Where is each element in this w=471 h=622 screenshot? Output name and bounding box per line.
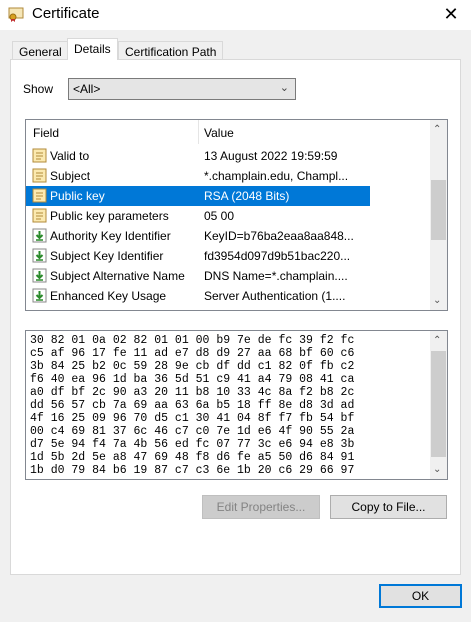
certificate-field-icon: [32, 148, 47, 163]
title-bar: Certificate ✕: [0, 0, 471, 30]
field-value: 05 00: [204, 209, 235, 223]
field-value: DNS Name=*.champlain....: [204, 269, 348, 283]
field-value: RSA (2048 Bits): [204, 189, 290, 203]
field-name: Subject: [50, 169, 91, 183]
chevron-up-icon[interactable]: ⌃: [433, 335, 441, 346]
list-item[interactable]: Subject Key Identifier fd3954d097d9b51ba…: [26, 246, 426, 266]
value-text-box[interactable]: 30 82 01 0a 02 82 01 01 00 b9 7e de fc 3…: [25, 330, 448, 480]
field-value: Server Authentication (1....: [204, 289, 346, 303]
field-name: Public key: [50, 189, 105, 203]
value-box-scrollbar[interactable]: ⌃ ⌄: [430, 331, 447, 479]
list-item[interactable]: Enhanced Key Usage Server Authentication…: [26, 286, 426, 306]
hex-line: c5 af 96 17 fe 11 ad e7 d8 d9 27 aa 68 b…: [30, 347, 355, 360]
field-name: Valid to: [50, 149, 90, 163]
field-value: *.champlain.edu, Champl...: [204, 169, 349, 183]
field-name: Subject Alternative Name: [50, 269, 185, 283]
column-divider[interactable]: [198, 120, 199, 144]
field-list-scrollbar[interactable]: ⌃ ⌄: [430, 120, 447, 310]
extension-icon: [32, 228, 47, 243]
tab-certification-path[interactable]: Certification Path: [118, 41, 224, 61]
list-item[interactable]: Authority Key Identifier KeyID=b76ba2eaa…: [26, 226, 426, 246]
list-item-selected[interactable]: Public key RSA (2048 Bits): [26, 186, 370, 206]
field-list[interactable]: Field Value Valid to 13 August 2022 19:5…: [25, 119, 448, 311]
chevron-down-icon[interactable]: ⌄: [433, 295, 441, 306]
list-item[interactable]: Valid to 13 August 2022 19:59:59: [26, 146, 426, 166]
hex-line: 30 82 01 0a 02 82 01 01 00 b9 7e de fc 3…: [30, 334, 355, 347]
edit-properties-button[interactable]: Edit Properties...: [202, 495, 320, 519]
extension-icon: [32, 288, 47, 303]
hex-line: 3b 84 25 b2 0c 59 28 9e cb df dd c1 82 0…: [30, 360, 355, 373]
tab-general[interactable]: General: [12, 41, 69, 61]
hex-line: 1d 5b 2d 5e a8 47 69 48 f8 d6 fe a5 50 d…: [30, 451, 355, 464]
list-item[interactable]: Subject Alternative Name DNS Name=*.cham…: [26, 266, 426, 286]
close-icon: ✕: [443, 3, 459, 24]
column-header-value[interactable]: Value: [204, 126, 234, 140]
certificate-field-icon: [32, 208, 47, 223]
chevron-up-icon[interactable]: ⌃: [433, 124, 441, 135]
hex-line: 00 c4 69 81 37 6c 46 c7 c0 7e 1d e6 4f 9…: [30, 425, 355, 438]
field-value: 13 August 2022 19:59:59: [204, 149, 338, 163]
scrollbar-thumb[interactable]: [431, 351, 446, 457]
tab-details[interactable]: Details: [67, 38, 118, 60]
column-header-field[interactable]: Field: [33, 126, 59, 140]
hex-line: 1b d0 79 84 b6 19 87 c7 c3 6e 1b 20 c6 2…: [30, 464, 355, 477]
ok-button[interactable]: OK: [379, 584, 462, 608]
certificate-field-icon: [32, 188, 47, 203]
chevron-down-icon[interactable]: ⌄: [433, 464, 441, 475]
scrollbar-thumb[interactable]: [431, 180, 446, 240]
hex-line: 4f 16 25 09 96 70 d5 c1 30 41 04 8f f7 f…: [30, 412, 355, 425]
chevron-down-icon: ⌄: [279, 82, 289, 94]
hex-line: f6 40 ea 96 1d ba 36 5d 51 c9 41 a4 79 0…: [30, 373, 355, 386]
extension-icon: [32, 268, 47, 283]
copy-to-file-button[interactable]: Copy to File...: [330, 495, 447, 519]
field-value: KeyID=b76ba2eaa8aa848...: [204, 229, 354, 243]
field-name: Authority Key Identifier: [50, 229, 171, 243]
field-name: Subject Key Identifier: [50, 249, 164, 263]
hex-line: d7 5e 94 f4 7a 4b 56 ed fc 07 77 3c e6 9…: [30, 438, 355, 451]
show-dropdown[interactable]: <All> ⌄: [68, 78, 296, 100]
close-button[interactable]: ✕: [437, 2, 465, 26]
list-item[interactable]: Subject *.champlain.edu, Champl...: [26, 166, 426, 186]
certificate-icon: [8, 7, 24, 22]
hex-line: a0 df bf 2c 90 a3 20 11 b8 10 33 4c 8a f…: [30, 386, 355, 399]
field-name: Enhanced Key Usage: [50, 289, 167, 303]
show-label: Show: [23, 82, 54, 96]
field-name: Public key parameters: [50, 209, 169, 223]
hex-line: dd 56 57 cb 7a 69 aa 63 6a b5 18 ff 8e d…: [30, 399, 355, 412]
show-dropdown-value: <All>: [73, 82, 101, 96]
list-item[interactable]: Public key parameters 05 00: [26, 206, 426, 226]
extension-icon: [32, 248, 47, 263]
list-header: Field Value: [26, 120, 426, 144]
field-value: fd3954d097d9b51bac220...: [204, 249, 351, 263]
certificate-field-icon: [32, 168, 47, 183]
window-title: Certificate: [32, 5, 100, 22]
